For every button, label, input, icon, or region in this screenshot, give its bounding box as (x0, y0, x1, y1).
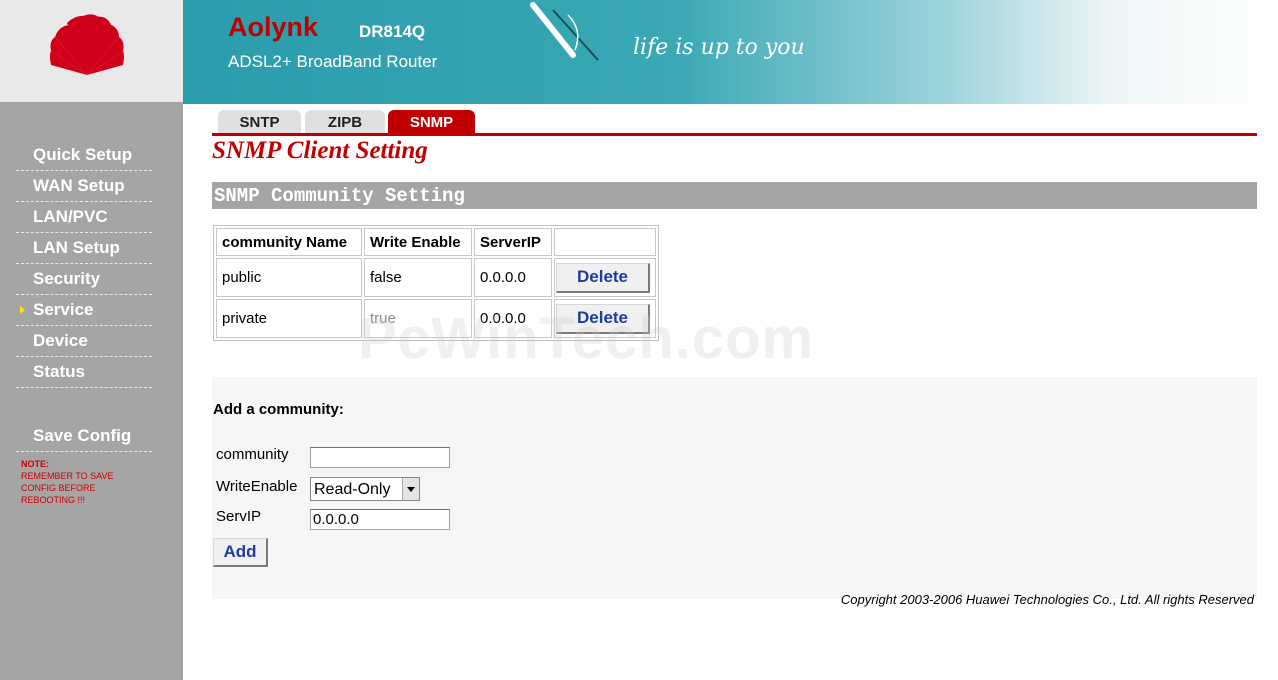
sidebar-item-lan-setup[interactable]: LAN Setup (16, 233, 152, 264)
community-label: community (216, 446, 289, 463)
note-line: REMEMBER TO SAVE (21, 471, 114, 481)
save-config-link[interactable]: Save Config (16, 421, 152, 452)
header-banner: Aolynk DR814Q ADSL2+ BroadBand Router li… (183, 0, 1278, 104)
brand-name: Aolynk (228, 12, 319, 42)
add-button[interactable]: Add (213, 538, 268, 567)
community-name-cell: public (216, 258, 362, 297)
tab-snmp[interactable]: SNMP (388, 110, 475, 134)
slogan: life is up to you (633, 35, 805, 60)
sidebar-item-security[interactable]: Security (16, 264, 152, 295)
sidebar-item-label: WAN Setup (33, 176, 125, 195)
sidebar-item-lan-pvc[interactable]: LAN/PVC (16, 202, 152, 233)
note-line: REBOOTING !!! (21, 495, 86, 505)
sidebar-item-quick-setup[interactable]: Quick Setup (16, 140, 152, 171)
product-subtitle: ADSL2+ BroadBand Router (228, 52, 438, 71)
server-ip-cell: 0.0.0.0 (474, 258, 552, 297)
action-cell: Delete (554, 258, 656, 297)
model-name: DR814Q (359, 22, 426, 41)
save-config-label: Save Config (33, 426, 132, 445)
tab-zipb[interactable]: ZIPB (305, 110, 385, 134)
section-header: SNMP Community Setting (212, 182, 1257, 209)
copyright-text: Copyright 2003-2006 Huawei Technologies … (840, 592, 1254, 607)
huawei-logo-icon (50, 14, 124, 75)
write-enable-select[interactable]: Read-Only (310, 477, 420, 501)
write-enable-selected-value: Read-Only (314, 481, 391, 498)
sidebar-item-service[interactable]: Service (16, 295, 152, 326)
write-enable-cell: false (364, 258, 472, 297)
community-name-cell: private (216, 299, 362, 338)
save-note: NOTE: REMEMBER TO SAVE CONFIG BEFORE REB… (21, 458, 114, 506)
serv-ip-label: ServIP (216, 508, 262, 525)
sidebar-item-label: Device (33, 331, 88, 350)
chevron-down-icon[interactable] (402, 478, 419, 500)
tab-underline (212, 133, 1257, 136)
sidebar-item-status[interactable]: Status (16, 357, 152, 388)
sidebar-item-label: Quick Setup (33, 145, 133, 164)
column-header: community Name (216, 228, 362, 256)
sidebar-item-label: LAN Setup (33, 238, 120, 257)
watermark: PcWinTech.com (358, 306, 815, 371)
column-header: ServerIP (474, 228, 552, 256)
page-title: SNMP Client Setting (212, 137, 428, 164)
logo-area (0, 0, 183, 102)
note-title: NOTE: (21, 459, 49, 469)
cable-illustration-icon (530, 2, 599, 61)
sidebar-item-device[interactable]: Device (16, 326, 152, 357)
sidebar-item-label: Service (33, 300, 94, 319)
note-line: CONFIG BEFORE (21, 483, 96, 493)
serv-ip-input[interactable] (310, 509, 450, 530)
section-title: SNMP Community Setting (214, 185, 465, 207)
sidebar-item-label: Security (33, 269, 101, 288)
column-header: Write Enable (364, 228, 472, 256)
column-header (554, 228, 656, 256)
sidebar-item-label: LAN/PVC (33, 207, 108, 226)
delete-button[interactable]: Delete (556, 262, 650, 293)
sidebar-item-label: Status (33, 362, 85, 381)
write-enable-label: WriteEnable (216, 478, 298, 495)
add-community-panel: Add a community: community WriteEnable R… (212, 377, 1257, 607)
active-arrow-icon (20, 306, 25, 314)
add-community-heading: Add a community: (213, 401, 344, 418)
table-row: public false 0.0.0.0 Delete (216, 258, 656, 297)
sidebar-item-wan-setup[interactable]: WAN Setup (16, 171, 152, 202)
tab-sntp[interactable]: SNTP (218, 110, 301, 134)
table-header-row: community Name Write Enable ServerIP (216, 228, 656, 256)
community-input[interactable] (310, 447, 450, 468)
sidebar: Quick Setup WAN Setup LAN/PVC LAN Setup … (0, 102, 183, 680)
